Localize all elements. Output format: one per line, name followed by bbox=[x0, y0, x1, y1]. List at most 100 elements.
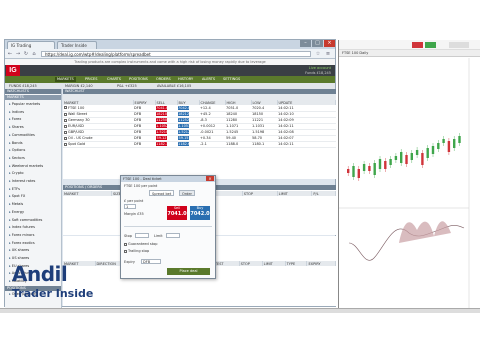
star-icon[interactable]: ☆ bbox=[315, 51, 321, 57]
row-buy-price[interactable]: 1182.6 bbox=[178, 142, 190, 146]
column-header[interactable]: LIMIT bbox=[277, 191, 313, 196]
ig-logo: IG bbox=[6, 65, 20, 76]
ticket-limit-input[interactable] bbox=[166, 233, 180, 238]
tree-item[interactable]: Commodities bbox=[9, 133, 35, 138]
trailing-checkbox[interactable] bbox=[124, 249, 127, 253]
url-input[interactable]: https://deal.ig.com/wtp#/dealing/platfor… bbox=[41, 51, 311, 57]
tree-item[interactable]: UK shares bbox=[9, 248, 30, 253]
tree-item[interactable]: Forex bbox=[9, 117, 22, 122]
tree-item[interactable]: Weekend markets bbox=[9, 164, 43, 169]
ticket-close-icon[interactable]: × bbox=[206, 176, 214, 181]
row-buy-price[interactable]: 18212 bbox=[178, 112, 189, 116]
tree-item[interactable]: Interest rates bbox=[9, 179, 36, 184]
tree-item[interactable]: Popular markets bbox=[9, 102, 40, 107]
tree-item[interactable]: Shares bbox=[9, 125, 24, 130]
candle-body bbox=[347, 169, 350, 173]
chart-settings[interactable] bbox=[449, 42, 469, 48]
ticket-trailing[interactable]: Trailing stop bbox=[124, 249, 149, 253]
home-icon[interactable]: ⌂ bbox=[31, 51, 37, 57]
column-header[interactable]: STOP bbox=[242, 191, 278, 196]
row-checkbox[interactable] bbox=[64, 142, 67, 146]
column-header[interactable]: TYPE bbox=[285, 261, 308, 266]
ticket-size-input[interactable]: 1 bbox=[124, 204, 136, 209]
ticket-tab-order[interactable]: Order bbox=[179, 190, 195, 196]
row-checkbox[interactable] bbox=[64, 124, 67, 128]
column-header[interactable]: EXPIRY bbox=[306, 261, 336, 266]
row-sell-price[interactable]: 18210 bbox=[156, 112, 167, 116]
candle-body bbox=[378, 159, 382, 169]
row-buy-price[interactable]: 59.15 bbox=[178, 136, 189, 140]
tree-item[interactable]: Soft commodities bbox=[9, 218, 43, 223]
ticket-tab-spreadbet[interactable]: Spread bet bbox=[149, 190, 175, 196]
nav-markets[interactable]: MARKETS bbox=[55, 77, 76, 82]
column-header[interactable]: MARKET bbox=[63, 191, 113, 196]
tree-item[interactable]: US shares bbox=[9, 256, 29, 261]
column-header[interactable]: STOP bbox=[239, 261, 263, 266]
row-buy-price[interactable]: 1.5212 bbox=[178, 130, 190, 134]
watchlist-row[interactable]: Spot Gold DFB 1182.3 1182.6 -2.1 1188.0 1180.1… bbox=[63, 141, 336, 148]
nav-orders[interactable]: ORDERS bbox=[154, 77, 173, 82]
tree-item[interactable]: ETFs bbox=[9, 187, 20, 192]
maximize-icon[interactable]: □ bbox=[312, 40, 323, 47]
tree-item[interactable]: Metals bbox=[9, 202, 24, 207]
back-icon[interactable]: ← bbox=[7, 51, 13, 57]
row-checkbox[interactable] bbox=[64, 106, 67, 110]
nav-history[interactable]: HISTORY bbox=[176, 77, 195, 82]
nav-positions[interactable]: POSITIONS bbox=[127, 77, 150, 82]
tree-item[interactable]: Energy bbox=[9, 210, 24, 215]
reload-icon[interactable]: ↻ bbox=[23, 51, 29, 57]
guaranteed-checkbox[interactable] bbox=[124, 242, 127, 246]
nav-settings[interactable]: SETTINGS bbox=[221, 77, 242, 82]
ticket-stop-input[interactable] bbox=[135, 233, 149, 238]
tree-item[interactable]: Forex minors bbox=[9, 233, 35, 238]
price-chart[interactable] bbox=[339, 58, 480, 308]
row-checkbox[interactable] bbox=[64, 118, 67, 122]
column-header[interactable]: P/L bbox=[311, 191, 336, 196]
row-sell-price[interactable]: 1.1052 bbox=[156, 124, 168, 128]
row-sell-price[interactable]: 11250 bbox=[156, 118, 167, 122]
row-sell-price[interactable]: 59.12 bbox=[156, 136, 167, 140]
tree-item[interactable]: Options bbox=[9, 148, 26, 153]
browser-tabbar: IG Trading Trader Inside – □ × bbox=[5, 40, 335, 49]
row-checkbox[interactable] bbox=[64, 112, 67, 116]
tree-item[interactable]: Forex exotics bbox=[9, 241, 35, 246]
tree-item[interactable]: Bonds bbox=[9, 141, 23, 146]
ticket-guaranteed[interactable]: Guaranteed stop bbox=[124, 242, 157, 246]
tree-item[interactable]: Spot FX bbox=[9, 194, 25, 199]
row-buy-price[interactable]: 1.1053 bbox=[178, 124, 190, 128]
nav-charts[interactable]: CHARTS bbox=[105, 77, 123, 82]
column-header[interactable]: LIMIT bbox=[262, 261, 286, 266]
browser-tab-ig[interactable]: IG Trading bbox=[7, 41, 55, 49]
row-sell[interactable]: 1182.3 bbox=[155, 141, 177, 148]
row-checkbox[interactable] bbox=[64, 136, 67, 140]
row-buy-price[interactable]: 7042.0 bbox=[178, 105, 190, 110]
browser-tab-trader[interactable]: Trader Inside bbox=[57, 41, 97, 49]
row-sell-price[interactable]: 1182.3 bbox=[156, 142, 168, 146]
ticket-expiry-input[interactable]: DFB bbox=[141, 259, 161, 264]
tree-item[interactable]: Crypto bbox=[9, 171, 24, 176]
watchlist-panel: WATCHLIST MARKET EXPIRY SELL BUY CHANGE … bbox=[63, 89, 336, 179]
chart-buy-badge[interactable] bbox=[425, 42, 436, 48]
place-deal-button[interactable]: Place deal bbox=[167, 268, 210, 275]
nav-alerts[interactable]: ALERTS bbox=[200, 77, 217, 82]
candle-body bbox=[421, 153, 424, 165]
nav-prices[interactable]: PRICES bbox=[83, 77, 99, 82]
chart-toolbar bbox=[339, 40, 480, 50]
watchlist-rows: FTSE 100 DFB 7041.0 7042.0 +12.4 7051.0 7020.4… bbox=[63, 105, 336, 148]
forward-icon[interactable]: → bbox=[15, 51, 21, 57]
menu-icon[interactable]: ≡ bbox=[325, 51, 331, 57]
chart-sell-badge[interactable] bbox=[412, 42, 423, 48]
tree-item[interactable]: Index futures bbox=[9, 225, 35, 230]
buy-button[interactable]: Buy 7042.0 bbox=[190, 206, 210, 220]
minimize-icon[interactable]: – bbox=[300, 40, 311, 47]
tree-item[interactable]: Indices bbox=[9, 110, 24, 115]
sell-button[interactable]: Sell 7041.0 bbox=[167, 206, 187, 220]
row-sell-price[interactable]: 7041.0 bbox=[156, 105, 168, 110]
row-buy-price[interactable]: 11252 bbox=[178, 118, 189, 122]
row-sell-price[interactable]: 1.5210 bbox=[156, 130, 168, 134]
row-market[interactable]: Spot Gold bbox=[63, 141, 133, 148]
row-buy[interactable]: 1182.6 bbox=[177, 141, 199, 148]
close-icon[interactable]: × bbox=[324, 40, 335, 47]
row-checkbox[interactable] bbox=[64, 130, 67, 134]
tree-item[interactable]: Sectors bbox=[9, 156, 25, 161]
